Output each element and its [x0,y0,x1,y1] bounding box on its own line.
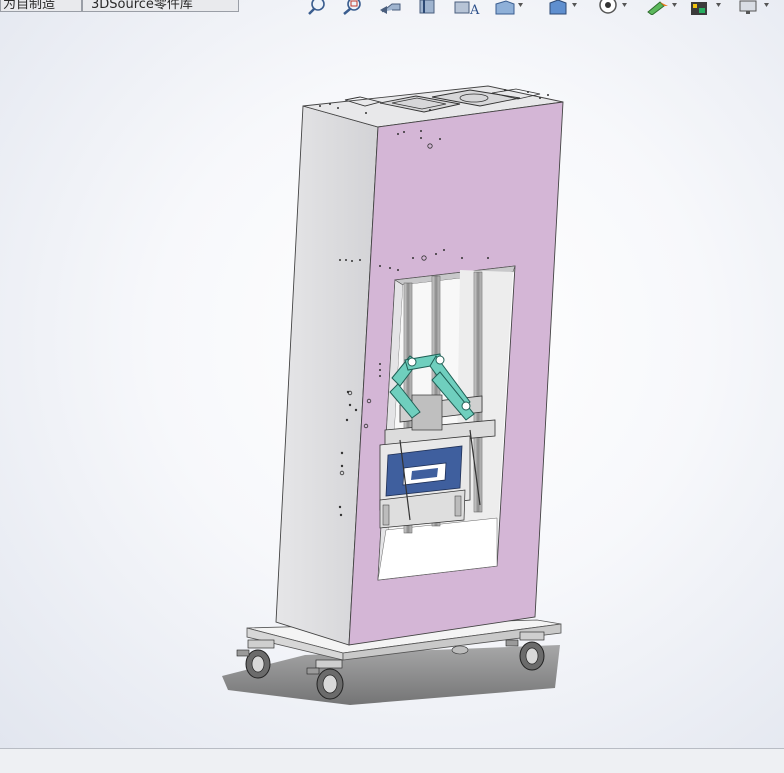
status-bar [0,748,784,773]
caster-wheel-rear-left [451,645,469,655]
machine-model-3d[interactable] [0,0,784,748]
graphics-area[interactable]: 为自制造 3DSource零件库 A [0,0,784,748]
